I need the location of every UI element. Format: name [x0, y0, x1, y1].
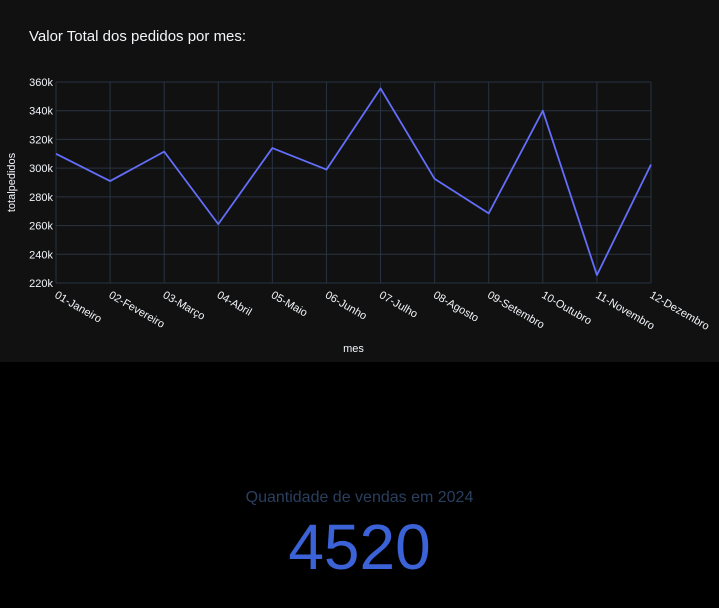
data-point[interactable] — [53, 151, 59, 157]
x-tick-label: 04-Abril — [215, 289, 254, 318]
x-tick-label: 01-Janeiro — [53, 289, 104, 325]
x-tick-label: 03-Março — [161, 289, 207, 323]
x-tick-label: 11-Novembro — [593, 289, 656, 332]
data-point[interactable] — [648, 162, 654, 168]
data-point[interactable] — [486, 210, 492, 216]
y-tick-label: 220k — [29, 278, 53, 290]
chart-panel: Valor Total dos pedidos por mes: 220k 240… — [0, 0, 719, 362]
y-tick-label: 240k — [29, 249, 53, 261]
data-point[interactable] — [540, 108, 546, 114]
line-chart[interactable]: 220k 240k 260k 280k 300k 320k 340k 360k 01-Janei… — [0, 0, 719, 362]
data-point[interactable] — [378, 85, 384, 91]
data-point[interactable] — [323, 167, 329, 173]
y-axis-title: totalpedidos — [6, 152, 18, 212]
y-tick-label: 360k — [29, 77, 53, 89]
series-line — [55, 87, 652, 277]
x-tick-label: 02-Fevereiro — [107, 289, 167, 331]
x-tick-label: 05-Maio — [269, 289, 309, 319]
x-tick-label: 09-Setembro — [485, 289, 546, 331]
x-tick-label: 07-Julho — [377, 289, 420, 320]
x-tick-label: 12-Dezembro — [648, 289, 712, 333]
data-point[interactable] — [432, 176, 438, 182]
y-tick-label: 300k — [29, 163, 53, 175]
data-point[interactable] — [269, 145, 275, 151]
data-point[interactable] — [107, 178, 113, 184]
x-tick-label: 10-Outubro — [539, 289, 593, 327]
kpi-label: Quantidade de vendas em 2024 — [245, 489, 474, 506]
y-tick-label: 320k — [29, 134, 53, 146]
data-point[interactable] — [215, 221, 221, 227]
y-tick-label: 340k — [29, 106, 53, 118]
x-tick-label: 06-Junho — [323, 289, 369, 322]
x-axis-title: mes — [343, 343, 364, 355]
kpi-value: 4520 — [288, 511, 431, 583]
x-tick-label: 08-Agosto — [431, 289, 480, 324]
y-tick-label: 280k — [29, 192, 53, 204]
y-tick-label: 260k — [29, 221, 53, 233]
data-point[interactable] — [161, 149, 167, 155]
data-point[interactable] — [594, 272, 600, 278]
